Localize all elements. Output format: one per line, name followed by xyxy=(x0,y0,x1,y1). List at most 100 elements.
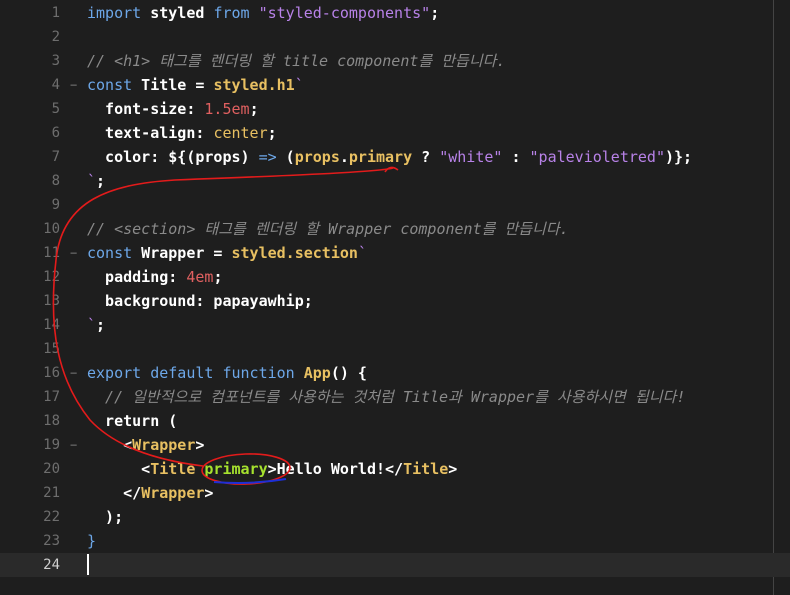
code-text: // 일반적으로 컴포넌트를 사용하는 것처럼 Title과 Wrapper를 … xyxy=(87,385,685,409)
code-token: App xyxy=(303,364,331,382)
code-line-10[interactable]: 10 // <section> 태그를 렌더링 할 Wrapper compone… xyxy=(0,217,790,241)
code-token: . xyxy=(339,148,349,166)
code-line-23[interactable]: 23} xyxy=(0,529,790,553)
code-token: Title xyxy=(150,460,196,478)
line-number: 17 xyxy=(43,389,60,405)
code-token: 1.5em xyxy=(204,100,250,118)
line-number: 1 xyxy=(51,5,60,21)
code-line-8[interactable]: 8 `; xyxy=(0,169,790,193)
code-token: ` xyxy=(357,244,367,262)
code-token: // 일반적으로 컴포넌트를 사용하는 것처럼 Title과 Wrapper를 … xyxy=(87,388,686,406)
line-number: 5 xyxy=(51,101,60,117)
code-text: import styled from "styled-components"; xyxy=(87,1,439,25)
line-number: 2 xyxy=(51,29,60,45)
code-line-17[interactable]: 17 // 일반적으로 컴포넌트를 사용하는 것처럼 Title과 Wrappe… xyxy=(0,385,790,409)
code-text: ); xyxy=(87,505,123,529)
code-token: import xyxy=(87,4,142,22)
code-line-20[interactable]: 20 <Title primary>Hello World!</Title> xyxy=(0,457,790,481)
code-text: font-size: 1.5em; xyxy=(87,97,259,121)
line-number: 21 xyxy=(43,485,60,501)
code-token: < xyxy=(87,436,133,454)
code-token: export default function xyxy=(87,364,295,382)
code-text: background: papayawhip; xyxy=(87,289,313,313)
code-token: styled.h1 xyxy=(213,76,295,94)
code-token: ; xyxy=(267,124,277,142)
code-token: ); xyxy=(87,508,124,526)
code-text: `; xyxy=(87,313,105,337)
line-number: 4 xyxy=(51,77,60,93)
code-token: > xyxy=(204,484,214,502)
code-token: ` xyxy=(294,76,304,94)
line-number: 22 xyxy=(43,509,60,525)
code-token: > xyxy=(448,460,458,478)
code-line-6[interactable]: 6 text-align: center; xyxy=(0,121,790,145)
code-text: <Wrapper> xyxy=(87,433,204,457)
code-line-21[interactable]: 21 </Wrapper> xyxy=(0,481,790,505)
code-token: font-size: xyxy=(87,100,205,118)
code-token: const xyxy=(87,76,133,94)
code-token: </ xyxy=(87,484,142,502)
code-line-13[interactable]: 13 background: papayawhip; xyxy=(0,289,790,313)
fold-toggle-icon[interactable]: − xyxy=(70,241,77,265)
fold-toggle-icon[interactable]: − xyxy=(70,73,77,97)
code-line-16[interactable]: 16− export default function App() { xyxy=(0,361,790,385)
code-token: props xyxy=(294,148,340,166)
fold-toggle-icon[interactable]: − xyxy=(70,361,77,385)
code-token: ` xyxy=(87,316,97,334)
code-text: } xyxy=(87,529,96,553)
code-line-11[interactable]: 11− const Wrapper = styled.section` xyxy=(0,241,790,265)
code-token: Title xyxy=(403,460,449,478)
code-line-12[interactable]: 12 padding: 4em; xyxy=(0,265,790,289)
code-line-19[interactable]: 19− <Wrapper> xyxy=(0,433,790,457)
code-token: : xyxy=(502,148,530,166)
code-token: < xyxy=(87,460,151,478)
code-text: export default function App() { xyxy=(87,361,367,385)
code-line-24[interactable]: 24 xyxy=(0,553,790,577)
code-text: `; xyxy=(87,169,105,193)
code-token: Title = xyxy=(132,76,214,94)
code-line-15[interactable]: 15 xyxy=(0,337,790,361)
line-number: 24 xyxy=(43,557,60,573)
code-token: styled xyxy=(141,4,214,22)
code-token: "styled-components" xyxy=(258,4,431,22)
line-number: 9 xyxy=(51,197,60,213)
fold-toggle-icon[interactable]: − xyxy=(70,433,77,457)
code-line-22[interactable]: 22 ); xyxy=(0,505,790,529)
text-caret xyxy=(87,554,89,575)
code-token: ? xyxy=(412,148,440,166)
line-number: 19 xyxy=(43,437,60,453)
code-line-1[interactable]: 1 import styled from "styled-components"; xyxy=(0,1,790,25)
code-token: // <section> 태그를 렌더링 할 Wrapper component… xyxy=(87,220,569,238)
code-text: text-align: center; xyxy=(87,121,277,145)
code-line-2[interactable]: 2 xyxy=(0,25,790,49)
code-token: return ( xyxy=(87,412,178,430)
line-number: 7 xyxy=(51,149,60,165)
code-token: ; xyxy=(96,172,106,190)
code-line-7[interactable]: 7 color: ${(props) => (props.primary ? "… xyxy=(0,145,790,169)
code-line-3[interactable]: 3 // <h1> 태그를 렌더링 할 title component를 만듭니다… xyxy=(0,49,790,73)
line-number: 15 xyxy=(43,341,60,357)
code-line-9[interactable]: 9 xyxy=(0,193,790,217)
code-editor[interactable]: 1 import styled from "styled-components";… xyxy=(0,0,790,595)
line-number: 16 xyxy=(43,365,60,381)
code-line-4[interactable]: 4− const Title = styled.h1` xyxy=(0,73,790,97)
code-token: center xyxy=(213,124,268,142)
code-line-5[interactable]: 5 font-size: 1.5em; xyxy=(0,97,790,121)
code-token: color: ${(props) xyxy=(87,148,259,166)
code-text: color: ${(props) => (props.primary ? "wh… xyxy=(87,145,692,169)
line-number: 10 xyxy=(43,221,60,237)
code-token: () { xyxy=(330,364,367,382)
line-number: 6 xyxy=(51,125,60,141)
code-token: => xyxy=(258,148,277,166)
code-token: "white" xyxy=(439,148,503,166)
code-token: primary xyxy=(348,148,413,166)
code-line-18[interactable]: 18 return ( xyxy=(0,409,790,433)
code-token: 4em xyxy=(186,268,214,286)
code-token: Wrapper xyxy=(132,436,196,454)
code-token: )}; xyxy=(665,148,693,166)
code-text: // <section> 태그를 렌더링 할 Wrapper component… xyxy=(87,217,569,241)
code-token: ; xyxy=(96,316,106,334)
code-line-14[interactable]: 14 `; xyxy=(0,313,790,337)
code-token: > xyxy=(195,436,205,454)
